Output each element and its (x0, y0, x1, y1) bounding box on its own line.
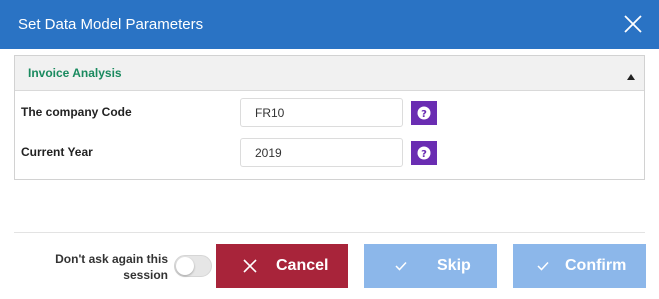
footer-divider (14, 232, 645, 233)
dont-ask-again-label: Don't ask again this session (55, 252, 168, 282)
current-year-input[interactable] (240, 138, 403, 167)
close-icon[interactable] (622, 13, 644, 35)
confirm-button[interactable]: Confirm (513, 244, 646, 288)
param-label-current-year: Current Year (21, 145, 93, 159)
question-circle-icon[interactable]: ? (411, 101, 437, 125)
company-code-input[interactable] (240, 98, 403, 127)
dont-ask-again-toggle[interactable] (174, 255, 212, 277)
caret-up-icon[interactable] (626, 69, 636, 80)
dialog-title: Set Data Model Parameters (18, 16, 204, 33)
close-icon (243, 259, 257, 278)
cancel-button[interactable]: Cancel (216, 244, 348, 288)
cancel-button-label: Cancel (276, 257, 329, 274)
dialog-titlebar: Set Data Model Parameters (0, 0, 659, 49)
panel-title: Invoice Analysis (28, 66, 122, 80)
check-icon (537, 259, 549, 277)
svg-text:?: ? (421, 149, 427, 160)
param-label-company-code: The company Code (21, 105, 132, 119)
confirm-button-label: Confirm (565, 257, 627, 274)
skip-button[interactable]: Skip (364, 244, 497, 288)
toggle-knob (176, 257, 194, 275)
check-icon (395, 259, 407, 277)
parameters-panel: Invoice Analysis The company Code ? Curr… (14, 55, 645, 180)
panel-header-invoice-analysis[interactable]: Invoice Analysis (15, 56, 644, 91)
svg-text:?: ? (421, 109, 427, 120)
skip-button-label: Skip (437, 257, 471, 274)
question-circle-icon[interactable]: ? (411, 141, 437, 165)
